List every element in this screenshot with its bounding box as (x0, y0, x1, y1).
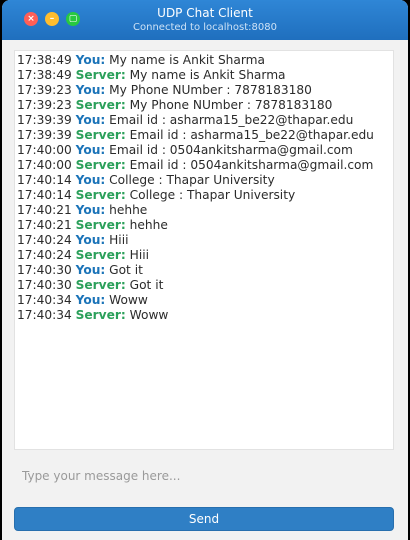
message-sender: You: (75, 293, 106, 307)
chat-message: 17:40:24 Server: Hiii (17, 248, 393, 263)
title-bar[interactable]: × – ▢ UDP Chat Client Connected to local… (2, 0, 408, 40)
message-text: Woww (109, 293, 148, 307)
message-sender: You: (75, 53, 106, 67)
message-text: Email id : 0504ankitsharma@gmail.com (129, 158, 374, 172)
message-timestamp: 17:40:24 (17, 233, 72, 247)
message-text: Woww (129, 308, 169, 322)
message-sender: You: (75, 173, 106, 187)
message-sender: Server: (75, 248, 126, 262)
message-timestamp: 17:40:00 (17, 143, 72, 157)
message-timestamp: 17:40:30 (17, 263, 72, 277)
message-text: Hiii (109, 233, 129, 247)
message-sender: Server: (75, 68, 126, 82)
chat-window: × – ▢ UDP Chat Client Connected to local… (2, 0, 408, 540)
message-text: Got it (129, 278, 164, 292)
chat-message: 17:39:23 Server: My Phone NUmber : 78781… (17, 98, 393, 113)
message-timestamp: 17:39:39 (17, 128, 72, 142)
message-text: Hiii (129, 248, 149, 262)
message-text: Email id : asharma15_be22@thapar.edu (129, 128, 374, 142)
send-button[interactable]: Send (14, 507, 394, 531)
message-timestamp: 17:38:49 (17, 68, 72, 82)
message-sender: Server: (75, 188, 126, 202)
message-sender: You: (75, 143, 106, 157)
message-text: My name is Ankit Sharma (109, 53, 266, 67)
message-text: College : Thapar University (109, 173, 275, 187)
window-title: UDP Chat Client (157, 6, 253, 20)
message-timestamp: 17:39:39 (17, 113, 72, 127)
chat-message: 17:40:30 You: Got it (17, 263, 393, 278)
message-text: My Phone NUmber : 7878183180 (109, 83, 312, 97)
chat-message: 17:40:24 You: Hiii (17, 233, 393, 248)
chat-message: 17:40:00 Server: Email id : 0504ankitsha… (17, 158, 393, 173)
message-text: Got it (109, 263, 143, 277)
message-timestamp: 17:40:21 (17, 218, 72, 232)
message-timestamp: 17:40:24 (17, 248, 72, 262)
message-timestamp: 17:40:14 (17, 173, 72, 187)
chat-message: 17:39:39 Server: Email id : asharma15_be… (17, 128, 393, 143)
chat-message: 17:40:30 Server: Got it (17, 278, 393, 293)
message-timestamp: 17:39:23 (17, 98, 72, 112)
message-timestamp: 17:40:34 (17, 308, 72, 322)
message-sender: Server: (75, 128, 126, 142)
chat-message: 17:40:21 Server: hehhe (17, 218, 393, 233)
message-sender: Server: (75, 158, 126, 172)
chat-message: 17:39:39 You: Email id : asharma15_be22@… (17, 113, 393, 128)
chat-message: 17:40:14 You: College : Thapar Universit… (17, 173, 393, 188)
message-input[interactable] (14, 460, 394, 492)
message-sender: You: (75, 263, 106, 277)
message-text: Email id : 0504ankitsharma@gmail.com (109, 143, 353, 157)
connection-status: Connected to localhost:8080 (133, 22, 277, 33)
message-timestamp: 17:40:00 (17, 158, 72, 172)
message-text: Email id : asharma15_be22@thapar.edu (109, 113, 354, 127)
message-text: hehhe (129, 218, 168, 232)
message-sender: Server: (75, 308, 126, 322)
message-sender: Server: (75, 98, 126, 112)
chat-message: 17:40:14 Server: College : Thapar Univer… (17, 188, 393, 203)
chat-message: 17:40:34 Server: Woww (17, 308, 393, 323)
message-timestamp: 17:40:14 (17, 188, 72, 202)
message-text: hehhe (109, 203, 148, 217)
message-sender: You: (75, 113, 106, 127)
message-timestamp: 17:40:21 (17, 203, 72, 217)
chat-message: 17:40:21 You: hehhe (17, 203, 393, 218)
message-sender: You: (75, 203, 106, 217)
chat-message: 17:39:23 You: My Phone NUmber : 78781831… (17, 83, 393, 98)
message-timestamp: 17:40:34 (17, 293, 72, 307)
chat-log[interactable]: 17:38:49 You: My name is Ankit Sharma 17:… (14, 50, 394, 450)
message-timestamp: 17:38:49 (17, 53, 72, 67)
chat-message: 17:38:49 You: My name is Ankit Sharma (17, 53, 393, 68)
message-timestamp: 17:40:30 (17, 278, 72, 292)
message-sender: You: (75, 83, 106, 97)
message-sender: Server: (75, 218, 126, 232)
message-sender: Server: (75, 278, 126, 292)
message-text: My name is Ankit Sharma (129, 68, 286, 82)
chat-message: 17:38:49 Server: My name is Ankit Sharma (17, 68, 393, 83)
message-sender: You: (75, 233, 106, 247)
message-text: My Phone NUmber : 7878183180 (129, 98, 333, 112)
message-text: College : Thapar University (129, 188, 296, 202)
chat-message: 17:40:00 You: Email id : 0504ankitsharma… (17, 143, 393, 158)
chat-message: 17:40:34 You: Woww (17, 293, 393, 308)
message-timestamp: 17:39:23 (17, 83, 72, 97)
